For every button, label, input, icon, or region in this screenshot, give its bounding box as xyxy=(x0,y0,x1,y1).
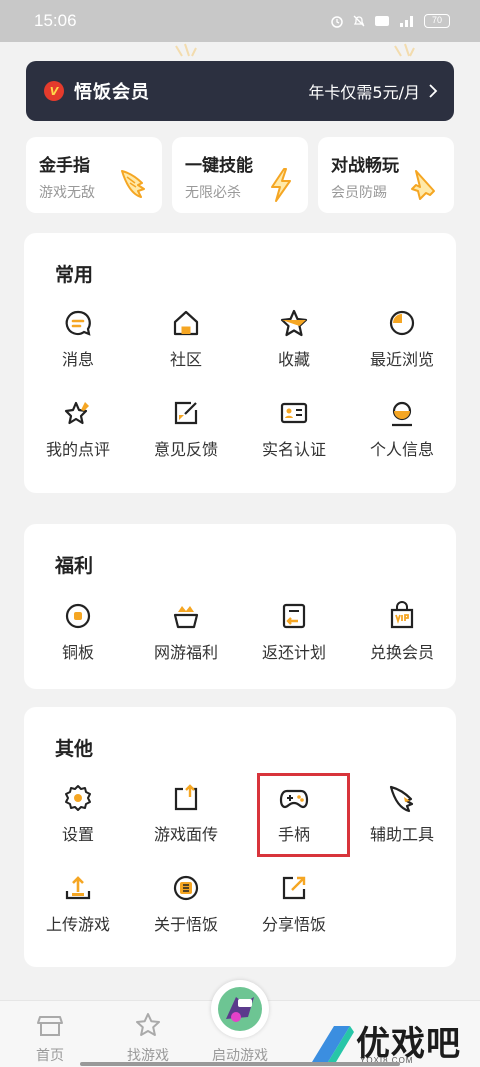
status-time: 15:06 xyxy=(34,11,77,30)
grid-label: 铜板 xyxy=(61,643,94,662)
shop-icon xyxy=(37,1016,63,1036)
grid-item-online-game-benefits[interactable]: 网游福利 xyxy=(132,601,240,677)
status-icons: 70 xyxy=(330,14,450,28)
highlight-box xyxy=(257,773,350,857)
vip-offer[interactable]: 年卡仅需5元/月 xyxy=(308,79,438,103)
grid-item-recent-browse[interactable]: 最近浏览 xyxy=(348,308,456,384)
grid-label: 网游福利 xyxy=(153,643,218,662)
nav-item-find-game[interactable]: 找游戏 xyxy=(98,1001,198,1067)
clock-pie-icon xyxy=(389,310,415,336)
star-outline-icon xyxy=(136,1013,160,1036)
vip-bag-icon xyxy=(390,601,414,629)
chevron-right-icon xyxy=(429,84,438,98)
hd-icon xyxy=(375,16,389,26)
grid-label: 意见反馈 xyxy=(153,440,218,459)
grid-item-assist-tools[interactable]: 辅助工具 xyxy=(348,783,456,859)
grid-label: 收藏 xyxy=(277,350,310,369)
upload-icon xyxy=(65,876,91,900)
grid-item-copper-coin[interactable]: 铜板 xyxy=(24,601,132,677)
lightning-icon xyxy=(271,168,291,202)
coin-icon xyxy=(65,603,91,629)
grid-label: 我的点评 xyxy=(45,440,110,459)
crown-box-icon xyxy=(173,606,199,629)
grid-label: 消息 xyxy=(61,350,94,369)
gear-icon xyxy=(65,785,91,811)
mute-icon xyxy=(353,15,365,27)
alarm-icon xyxy=(331,16,343,28)
common-section-card: 常用 消息 社区 收藏 最近浏览 我的点评 意见反馈 实名认证 个人信息 xyxy=(24,233,456,493)
vip-feature-row: 金手指 游戏无敌 一键技能 无限必杀 对战畅玩 会员防踢 xyxy=(26,137,454,213)
grid-label: 上传游戏 xyxy=(45,915,110,934)
vip-banner[interactable]: V 悟饭会员 年卡仅需5元/月 xyxy=(26,61,454,121)
id-card-icon xyxy=(280,402,308,424)
grid-item-messages[interactable]: 消息 xyxy=(24,308,132,384)
vip-offer-text: 年卡仅需5元/月 xyxy=(308,83,420,102)
upload-box-icon xyxy=(174,784,198,811)
grid-item-rebate-plan[interactable]: 返还计划 xyxy=(240,601,348,677)
home-indicator xyxy=(80,1062,400,1066)
grid-item-real-name[interactable]: 实名认证 xyxy=(240,398,348,474)
about-logo-icon xyxy=(173,875,199,901)
grid-label: 设置 xyxy=(61,825,94,844)
grid-item-my-reviews[interactable]: 我的点评 xyxy=(24,398,132,474)
grid-label: 分享悟饭 xyxy=(261,915,326,934)
edit-icon xyxy=(174,401,198,425)
grid-label: 兑换会员 xyxy=(369,643,434,662)
vip-title: 悟饭会员 xyxy=(74,82,150,103)
star-pen-icon xyxy=(64,401,89,425)
user-icon xyxy=(392,401,412,427)
star-icon xyxy=(280,309,308,337)
grid-item-community[interactable]: 社区 xyxy=(132,308,240,384)
other-section-card: 其他 设置 游戏面传 手柄 辅助工具 上传游戏 关于悟饭 分享悟饭 xyxy=(24,707,456,967)
section-title: 其他 xyxy=(55,738,94,760)
grid-label: 游戏面传 xyxy=(153,825,218,844)
grid-label: 辅助工具 xyxy=(369,825,434,844)
grid-item-about-wufan[interactable]: 关于悟饭 xyxy=(132,873,240,949)
battery-indicator: 70 xyxy=(424,14,450,28)
grid-item-upload-game[interactable]: 上传游戏 xyxy=(24,873,132,949)
signal-icon xyxy=(400,16,413,27)
background-decoration xyxy=(175,43,415,57)
feature-card-battle-play[interactable]: 对战畅玩 会员防踢 xyxy=(318,137,454,213)
feature-card-one-key-skill[interactable]: 一键技能 无限必杀 xyxy=(172,137,308,213)
nav-item-home[interactable]: 首页 xyxy=(0,1001,100,1067)
grid-item-personal-info[interactable]: 个人信息 xyxy=(348,398,456,474)
grid-item-favorites[interactable]: 收藏 xyxy=(240,308,348,384)
grid-label: 实名认证 xyxy=(261,440,326,459)
vip-banner-left: V 悟饭会员 xyxy=(44,78,150,104)
grid-label: 个人信息 xyxy=(369,440,434,459)
grid-item-settings[interactable]: 设置 xyxy=(24,783,132,859)
return-doc-icon xyxy=(282,603,306,629)
grid-item-redeem-vip[interactable]: 兑换会员 xyxy=(348,601,456,677)
grid-item-feedback[interactable]: 意见反馈 xyxy=(132,398,240,474)
home-icon xyxy=(173,310,199,336)
share-icon xyxy=(282,876,306,900)
feature-card-golden-finger[interactable]: 金手指 游戏无敌 xyxy=(26,137,162,213)
grid-item-share-wufan[interactable]: 分享悟饭 xyxy=(240,873,348,949)
grid-item-game-transfer[interactable]: 游戏面传 xyxy=(132,783,240,859)
wing-icon xyxy=(121,170,145,198)
section-title: 常用 xyxy=(55,264,94,286)
watermark-logo-icon xyxy=(312,1026,354,1062)
message-icon xyxy=(65,310,91,336)
welfare-section-card: 福利 铜板 网游福利 返还计划 兑换会员 xyxy=(24,524,456,689)
grid-label: 关于悟饭 xyxy=(153,915,218,934)
grid-label: 社区 xyxy=(169,350,202,369)
watermark-logo: 优戏吧 YOXI8.COM xyxy=(300,1016,480,1067)
wing-tool-icon xyxy=(389,785,414,813)
status-bar: 15:06 70 xyxy=(0,0,480,42)
game-cartridge-icon xyxy=(218,987,262,1031)
rocket-icon xyxy=(411,170,435,200)
grid-label: 返还计划 xyxy=(261,643,326,662)
launch-game-button[interactable] xyxy=(211,980,269,1038)
grid-label: 最近浏览 xyxy=(369,350,434,369)
section-title: 福利 xyxy=(55,555,94,577)
vip-badge-icon: V xyxy=(44,81,64,101)
